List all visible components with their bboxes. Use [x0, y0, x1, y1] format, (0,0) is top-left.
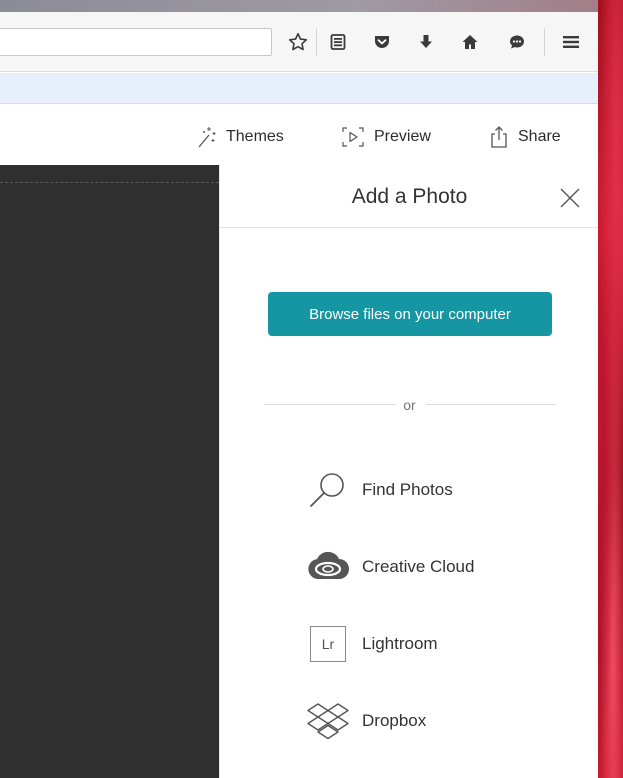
- title-bar: [0, 0, 598, 12]
- share-button[interactable]: Share: [488, 125, 561, 149]
- share-label: Share: [518, 128, 561, 145]
- download-icon[interactable]: [414, 30, 438, 54]
- themes-button[interactable]: Themes: [196, 125, 284, 149]
- preview-icon: [340, 125, 366, 149]
- lightroom-icon: Lr: [306, 622, 350, 666]
- browse-files-button[interactable]: Browse files on your computer: [268, 292, 552, 336]
- add-photo-panel: Add a Photo Browse files on your compute…: [219, 165, 598, 778]
- reading-list-icon[interactable]: [326, 30, 350, 54]
- source-label: Creative Cloud: [362, 557, 475, 576]
- or-separator: or: [403, 397, 416, 413]
- preview-label: Preview: [374, 128, 431, 145]
- dropbox-option[interactable]: Dropbox: [306, 699, 426, 743]
- creative-cloud-icon: [306, 545, 350, 589]
- bookmarks-toolbar: [0, 73, 598, 104]
- lightroom-icon-text: Lr: [310, 626, 346, 662]
- source-label: Find Photos: [362, 480, 453, 499]
- toolbar-separator: [544, 28, 545, 56]
- preview-button[interactable]: Preview: [340, 125, 431, 149]
- home-icon[interactable]: [458, 30, 482, 54]
- divider-line-right: [426, 404, 556, 405]
- lightroom-option[interactable]: Lr Lightroom: [306, 622, 438, 666]
- toolbar-separator: [316, 28, 317, 56]
- magic-wand-icon: [196, 125, 218, 149]
- creative-cloud-option[interactable]: Creative Cloud: [306, 545, 474, 589]
- navigation-toolbar: [0, 12, 598, 72]
- panel-header: Add a Photo: [220, 165, 598, 228]
- pocket-icon[interactable]: [370, 30, 394, 54]
- find-photos-option[interactable]: Find Photos: [306, 468, 453, 512]
- close-icon[interactable]: [558, 186, 582, 210]
- app-header: Themes Preview Share: [0, 105, 598, 165]
- chat-icon[interactable]: [505, 30, 529, 54]
- themes-label: Themes: [226, 128, 284, 145]
- panel-title: Add a Photo: [351, 185, 468, 208]
- share-icon: [488, 125, 510, 149]
- search-icon: [306, 468, 350, 512]
- canvas-guide-line: [0, 182, 219, 183]
- browser-window: Themes Preview Share Add a Photo Browse …: [0, 0, 598, 778]
- design-canvas[interactable]: [0, 165, 219, 778]
- dropbox-icon: [306, 699, 350, 743]
- star-icon[interactable]: [286, 30, 310, 54]
- source-label: Dropbox: [362, 711, 427, 730]
- source-label: Lightroom: [362, 634, 438, 653]
- url-bar[interactable]: [0, 28, 272, 56]
- menu-icon[interactable]: [559, 30, 583, 54]
